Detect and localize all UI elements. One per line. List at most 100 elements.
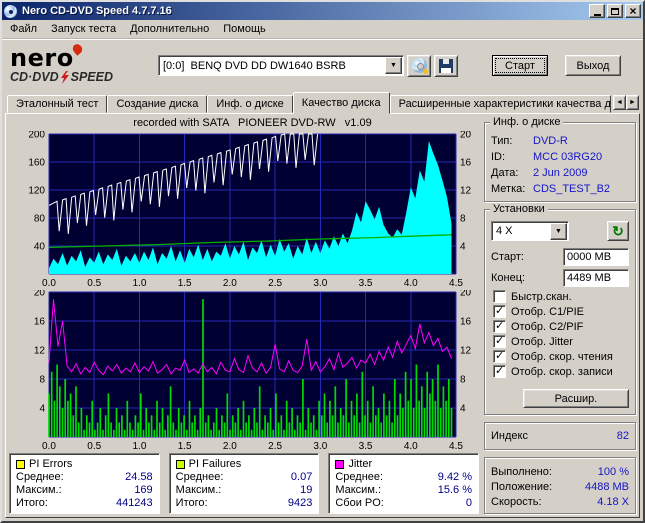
show-read-speed-checkbox[interactable] [493,349,506,363]
stat-value: 441243 [115,497,153,509]
scan-speed-value: 4 X [496,225,513,237]
tab-scroll-right-button[interactable]: ► [626,95,639,110]
index-value: 82 [616,430,629,442]
nero-logo: nero CD·DVD SPEED [2,42,158,84]
svg-text:3.5: 3.5 [359,278,373,287]
menu-help[interactable]: Помощь [216,21,273,37]
save-button[interactable] [434,54,458,77]
nero-wordmark: nero [10,42,84,70]
svg-text:2.0: 2.0 [223,441,237,450]
done-value: 100 % [597,465,629,478]
disc-label-label: Метка: [491,183,526,195]
show-jitter-checkbox[interactable] [493,334,506,348]
svg-text:2.5: 2.5 [268,278,282,287]
app-icon [4,4,19,18]
start-button[interactable]: Старт [492,55,548,76]
svg-text:0.5: 0.5 [87,441,101,450]
speed-text: SPEED [70,70,113,84]
checkbox-label: Отобр. скор. чтения [511,350,613,363]
svg-text:4.0: 4.0 [404,441,418,450]
scan-speed-select[interactable]: 4 X ▼ [491,221,569,241]
start-mb-field[interactable]: 0000 MB [563,248,629,266]
stat-label: Среднее: [175,471,224,483]
tab-scroll-left-button[interactable]: ◄ [613,95,626,110]
stat-label: Сбои PO: [335,497,384,509]
svg-text:8: 8 [460,214,466,225]
svg-text:1.0: 1.0 [132,441,146,450]
disc-info-button[interactable] [407,54,431,77]
svg-text:16: 16 [460,316,472,327]
disc-type-value: DVD-R [533,135,568,147]
drive-dropdown-arrow[interactable]: ▼ [385,57,402,74]
checkbox-quick-scan[interactable]: Быстр.скан. [493,289,629,304]
menu-run-test[interactable]: Запуск теста [44,21,123,37]
svg-text:12: 12 [460,186,472,197]
tab-label: Качество диска [301,97,381,109]
svg-text:2.5: 2.5 [268,441,282,450]
tab-disc-info[interactable]: Инф. о диске [207,95,293,113]
close-icon: × [629,3,637,18]
lightning-icon [60,70,69,84]
index-label: Индекс [491,430,528,442]
tab-disc-quality[interactable]: Качество диска [292,92,390,114]
show-write-speed-checkbox[interactable] [493,364,506,378]
checkbox-show-c2-pif[interactable]: Отобр. C2/PIF [493,319,629,334]
stat-label: Итого: [175,497,208,509]
chevron-down-icon: ▼ [555,227,562,235]
stat-label: Итого: [16,497,48,509]
panel-title: Jitter [348,458,373,470]
tab-benchmark[interactable]: Эталонный тест [7,95,108,113]
refresh-button[interactable]: ↻ [607,221,629,241]
checkbox-label: Отобр. Jitter [511,335,573,348]
close-button[interactable]: × [625,4,641,18]
pi-errors-color-chip [16,459,25,469]
checkbox-show-jitter[interactable]: Отобр. Jitter [493,334,629,349]
checkbox-show-c1-pie[interactable]: Отобр. C1/PIE [493,304,629,319]
exit-button[interactable]: Выход [565,55,621,76]
menu-extra[interactable]: Дополнительно [123,21,216,37]
chart-title: recorded with SATA PIONEER DVD-RW v1.09 [133,117,372,129]
pi-failures-color-chip [175,459,185,469]
checkbox-label: Отобр. C2/PIF [511,320,584,333]
cdspeed-wordmark: CD·DVD SPEED [10,70,158,84]
stat-label: Максим.: [335,484,382,496]
advanced-button[interactable]: Расшир. [523,389,629,408]
end-mb-field[interactable]: 4489 MB [563,269,629,287]
svg-text:16: 16 [34,316,46,327]
stat-value: 24.58 [125,471,153,483]
side-panel: Инф. о диске Тип: DVD-R ID: MCC 03RG20 Дат… [484,116,636,514]
menu-file[interactable]: Файл [3,21,44,37]
svg-text:3.0: 3.0 [313,278,327,287]
svg-text:3.5: 3.5 [359,441,373,450]
minimize-button[interactable] [589,4,605,18]
show-c2-pif-checkbox[interactable] [493,319,506,333]
disc-date-value: 2 Jun 2009 [533,167,588,179]
tab-label: Расширенные характеристики качества дис [398,98,611,110]
disc-info-group-title: Инф. о диске [490,116,564,129]
svg-text:4: 4 [460,242,466,253]
svg-text:12: 12 [34,345,46,356]
window-title: Nero CD-DVD Speed 4.7.7.16 [22,5,172,17]
pi-errors-panel: PI Errors Среднее: 24.58 Максим.: 169 Итог… [9,453,160,514]
maximize-button[interactable] [607,4,623,18]
done-label: Выполнено: [491,465,552,478]
tab-strip: Эталонный тест Создание диска Инф. о дис… [2,91,643,114]
menu-bar: Файл Запуск теста Дополнительно Помощь [2,20,643,39]
checkbox-show-read-speed[interactable]: Отобр. скор. чтения [493,349,629,364]
disc-id-value: MCC 03RG20 [533,151,603,163]
maximize-icon [611,7,619,15]
tab-advanced-quality[interactable]: Расширенные характеристики качества дис [389,95,611,113]
show-c1-pie-checkbox[interactable] [493,304,506,318]
svg-text:16: 16 [460,158,472,169]
svg-text:12: 12 [460,345,472,356]
checkbox-label: Отобр. скор. записи [511,365,613,378]
svg-text:80: 80 [34,214,46,225]
drive-select[interactable]: [0:0] BENQ DVD DD DW1640 BSRB ▼ [158,55,404,76]
svg-text:8: 8 [39,374,45,385]
tab-create-disc[interactable]: Создание диска [107,95,208,113]
stat-value: 169 [134,484,153,496]
cd-icon [4,4,17,18]
checkbox-show-write-speed[interactable]: Отобр. скор. записи [493,364,629,379]
speed-dropdown-arrow[interactable]: ▼ [550,222,567,240]
quick-scan-checkbox[interactable] [493,290,506,303]
